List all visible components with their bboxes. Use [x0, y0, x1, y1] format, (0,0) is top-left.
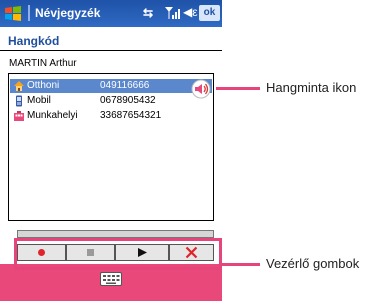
phone-number: 33687654321: [100, 110, 162, 121]
playback-progress-bar: [17, 230, 214, 238]
phone-type-label: Mobil: [27, 95, 51, 106]
voice-sample-callout-label: Hangminta ikon: [266, 80, 357, 95]
mobile-icon: [16, 95, 22, 107]
voice-sample-callout-line: [216, 87, 260, 90]
keyboard-icon[interactable]: [100, 272, 122, 286]
page-header: Hangkód: [0, 28, 222, 50]
signal-icon[interactable]: [164, 5, 182, 21]
ok-button[interactable]: ok: [199, 5, 220, 21]
volume-icon[interactable]: ◀ε: [183, 5, 198, 19]
phone-number: 0678905432: [100, 95, 156, 106]
contact-name: MARTIN Arthur: [9, 58, 77, 69]
title-separator: [28, 5, 30, 21]
control-buttons-callout-label: Vezérlő gombok: [266, 256, 360, 271]
app-title: Névjegyzék: [35, 6, 101, 20]
phone-number-list[interactable]: Otthoni 049116666 Mobil 0678905432 Munka…: [8, 73, 214, 221]
connectivity-icon[interactable]: ⇆: [143, 6, 153, 20]
phone-row-home[interactable]: Otthoni 049116666: [10, 79, 212, 99]
phone-type-label: Otthoni: [27, 80, 60, 91]
control-buttons-highlight: [14, 238, 222, 270]
home-icon: [14, 81, 24, 91]
phone-row-mobile[interactable]: Mobil 0678905432: [10, 94, 212, 108]
control-buttons-callout-line: [222, 263, 260, 266]
page-title: Hangkód: [8, 34, 60, 48]
phone-number: 049116666: [100, 80, 150, 91]
title-bar: Névjegyzék ⇆ ◀ε ok: [0, 0, 222, 27]
header-divider: [0, 50, 222, 51]
phone-type-label: Munkahelyi: [27, 110, 78, 121]
phone-row-work[interactable]: Munkahelyi 33687654321: [10, 109, 212, 123]
work-icon: [14, 111, 24, 121]
windows-logo-icon[interactable]: [3, 4, 23, 24]
